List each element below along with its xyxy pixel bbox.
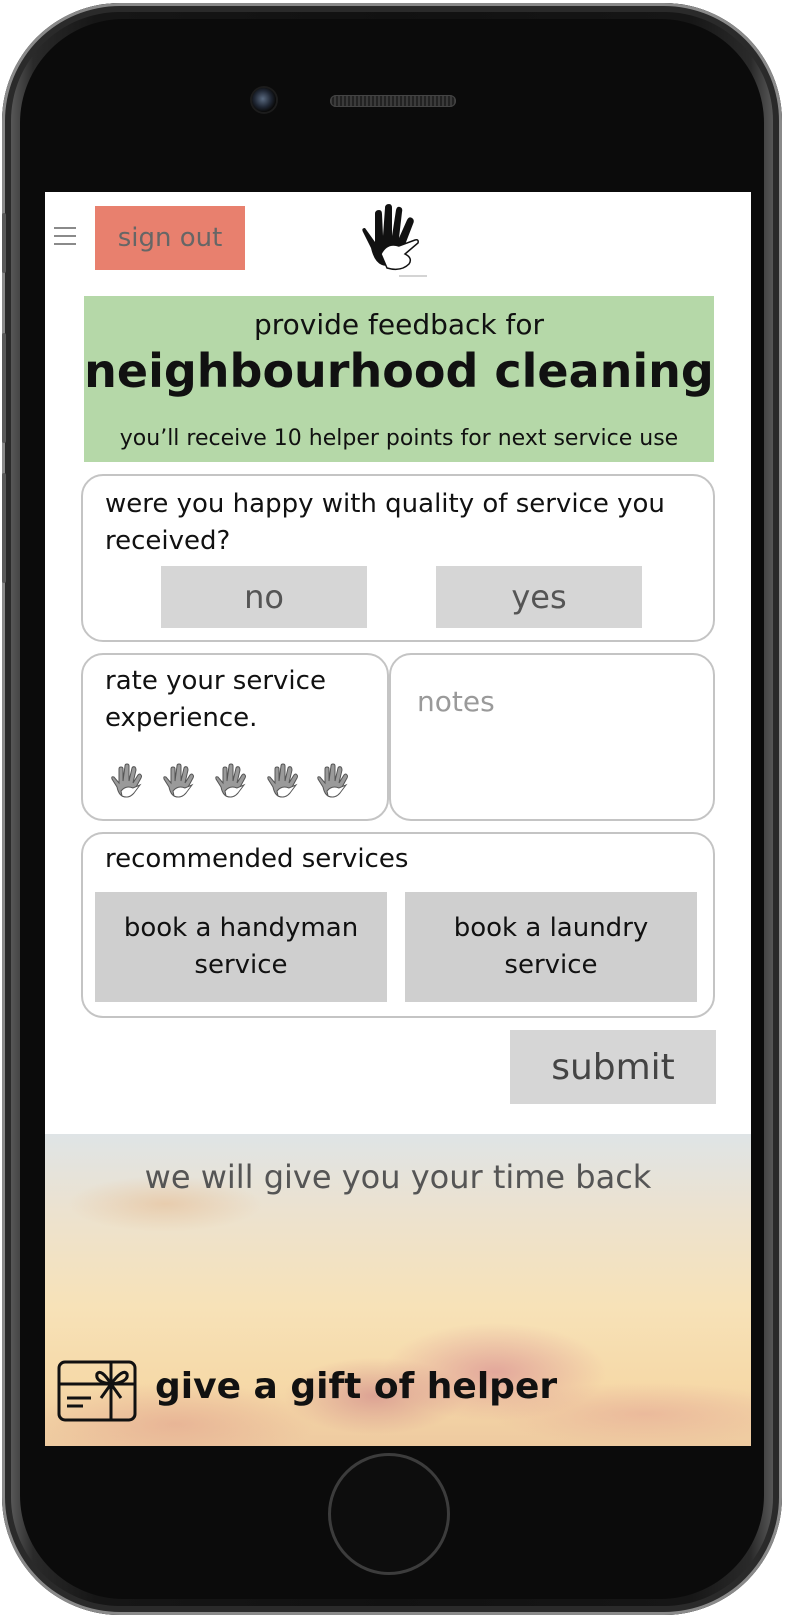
recommended-title: recommended services [105,844,409,874]
sky-banner: we will give you your time back give a g… [45,1134,751,1446]
hamburger-icon[interactable] [54,227,76,245]
book-handyman-button[interactable]: book a handyman service [95,892,387,1002]
quality-question: were you happy with quality of service y… [105,489,665,556]
mute-switch [2,213,6,273]
banner-subtitle: provide feedback for [253,308,545,341]
gift-link[interactable]: give a gift of helper [155,1366,557,1407]
no-button[interactable]: no [161,566,367,628]
hand-rating-icon[interactable] [265,763,301,803]
hand-logo-icon [362,204,427,277]
volume-down-button [2,473,6,583]
home-button[interactable] [328,1453,450,1575]
yes-button[interactable]: yes [436,566,642,628]
service-title: neighbourhood cleaning [84,344,714,398]
submit-button[interactable]: submit [510,1030,716,1104]
rating-prompt: rate your service experience. [105,666,326,733]
rating-card: rate your service experience. [81,653,389,821]
gift-card-icon[interactable] [57,1360,137,1422]
app-screen: sign out provide feedback for neighbourh… [45,192,751,1446]
notes-field[interactable] [389,653,715,821]
helper-points-note: you’ll receive 10 helper points for next… [119,426,679,451]
sign-out-button[interactable]: sign out [95,206,245,270]
rating-hands [109,763,369,803]
hand-rating-icon[interactable] [161,763,197,803]
hand-rating-icon[interactable] [109,763,145,803]
earpiece-speaker [330,95,456,107]
book-laundry-button[interactable]: book a laundry service [405,892,697,1002]
volume-up-button [2,333,6,443]
hand-rating-icon[interactable] [213,763,249,803]
recommended-card: recommended services book a handyman ser… [81,832,715,1018]
tagline: we will give you your time back [144,1158,652,1196]
front-camera [252,88,276,112]
feedback-banner: provide feedback for neighbourhood clean… [84,296,714,462]
quality-card: were you happy with quality of service y… [81,474,715,642]
hand-rating-icon[interactable] [315,763,351,803]
